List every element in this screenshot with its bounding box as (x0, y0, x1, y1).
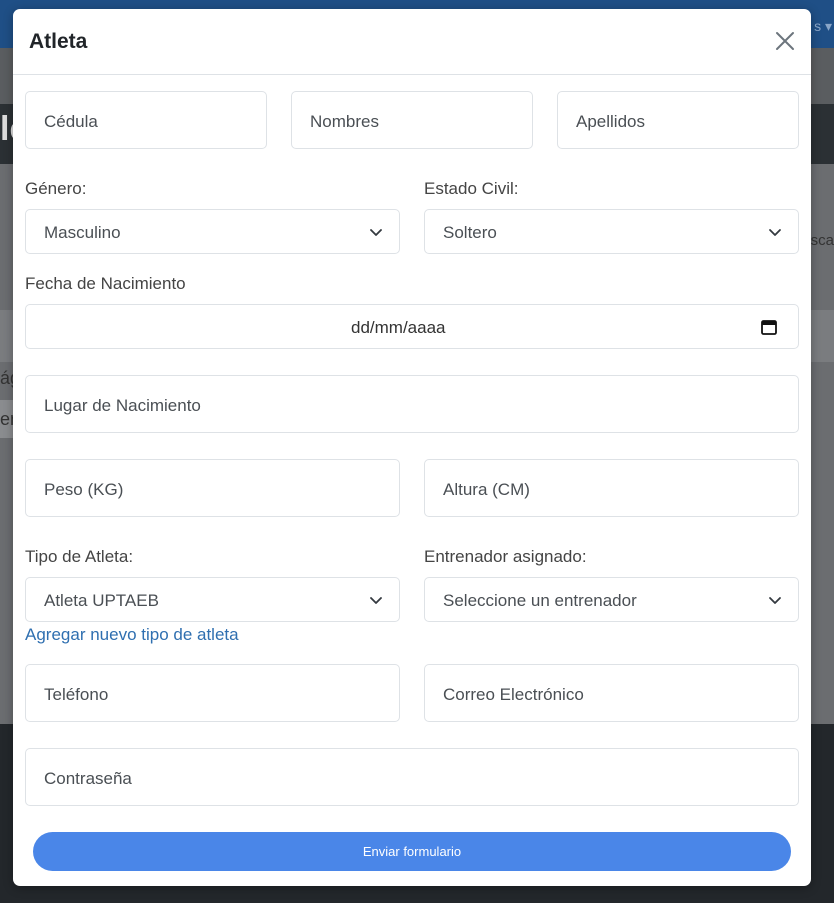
correo-field[interactable]: Correo Electrónico (424, 664, 799, 722)
chevron-down-icon (769, 597, 781, 604)
lugar-nacimiento-field[interactable]: Lugar de Nacimiento (25, 375, 799, 433)
apellidos-field[interactable]: Apellidos (557, 91, 799, 149)
estado-civil-label: Estado Civil: (424, 179, 519, 198)
contrasena-field[interactable]: Contraseña (25, 748, 799, 806)
enviar-formulario-button[interactable]: Enviar formulario (33, 832, 791, 871)
tipo-atleta-select[interactable]: Atleta UPTAEB (25, 577, 400, 622)
peso-placeholder: Peso (KG) (44, 480, 124, 499)
close-icon (776, 32, 794, 50)
altura-field[interactable]: Altura (CM) (424, 459, 799, 517)
nombres-field[interactable]: Nombres (291, 91, 533, 149)
fecha-nacimiento-label: Fecha de Nacimiento (25, 274, 186, 293)
altura-placeholder: Altura (CM) (443, 480, 530, 499)
entrenador-select[interactable]: Seleccione un entrenador (424, 577, 799, 622)
fecha-nacimiento-input[interactable]: dd/mm/aaaa (25, 304, 799, 349)
estado-civil-value: Soltero (443, 223, 497, 242)
chevron-down-icon (370, 597, 382, 604)
apellidos-placeholder: Apellidos (576, 112, 645, 131)
peso-field[interactable]: Peso (KG) (25, 459, 400, 517)
modal-header: Atleta (13, 9, 811, 75)
agregar-tipo-atleta-link[interactable]: Agregar nuevo tipo de atleta (25, 625, 239, 645)
contrasena-placeholder: Contraseña (44, 769, 132, 788)
calendar-icon[interactable] (760, 318, 778, 336)
tipo-atleta-value: Atleta UPTAEB (44, 591, 159, 610)
entrenador-label: Entrenador asignado: (424, 547, 587, 566)
correo-placeholder: Correo Electrónico (443, 685, 584, 704)
nombres-placeholder: Nombres (310, 112, 379, 131)
genero-value: Masculino (44, 223, 121, 242)
telefono-field[interactable]: Teléfono (25, 664, 400, 722)
background-topbar-text: s ▾ (814, 18, 832, 34)
telefono-placeholder: Teléfono (44, 685, 109, 704)
fecha-placeholder: dd/mm/aaaa (351, 318, 446, 337)
estado-civil-select[interactable]: Soltero (424, 209, 799, 254)
chevron-down-icon (370, 229, 382, 236)
lugar-nacimiento-placeholder: Lugar de Nacimiento (44, 396, 201, 415)
cedula-field[interactable]: Cédula (25, 91, 267, 149)
chevron-down-icon (769, 229, 781, 236)
genero-label: Género: (25, 179, 87, 198)
genero-select[interactable]: Masculino (25, 209, 400, 254)
tipo-atleta-label: Tipo de Atleta: (25, 547, 134, 566)
atleta-modal: Atleta Cédula Nombres Apellidos Género: … (13, 9, 811, 886)
modal-title: Atleta (29, 30, 88, 53)
cedula-placeholder: Cédula (44, 112, 98, 131)
entrenador-value: Seleccione un entrenador (443, 591, 637, 610)
close-button[interactable] (773, 29, 797, 53)
